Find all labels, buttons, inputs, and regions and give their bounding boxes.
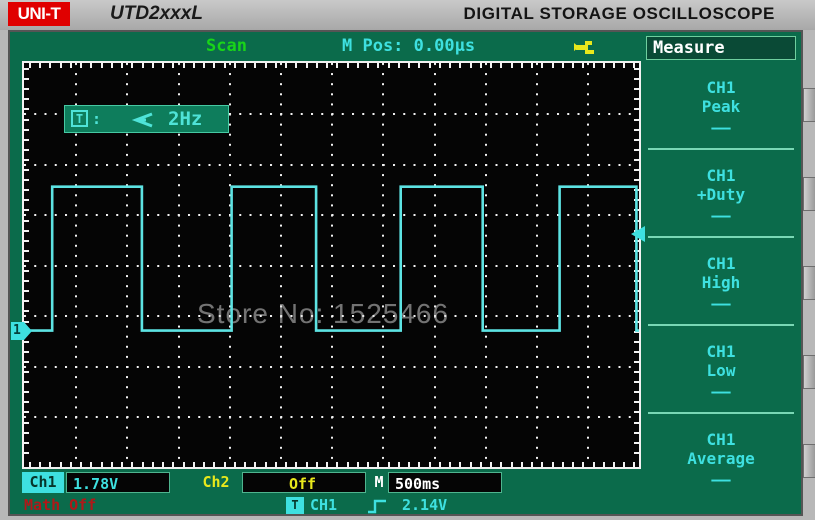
device-type-title: DIGITAL STORAGE OSCILLOSCOPE — [464, 4, 776, 24]
trigger-level-arrow-icon[interactable] — [628, 224, 646, 244]
menu-item-channel: CH1 — [646, 430, 796, 449]
menu-item-value: –– — [646, 206, 796, 226]
menu-item-channel: CH1 — [646, 166, 796, 185]
menu-item-value: –– — [646, 382, 796, 402]
ch2-scale-value: Off — [289, 475, 316, 493]
math-label: Math — [24, 496, 60, 514]
ch1-label[interactable]: Ch1 — [22, 472, 64, 493]
ch1-ground-marker-label: 1 — [13, 323, 21, 338]
device-header: UNI-T UTD2xxxL DIGITAL STORAGE OSCILLOSC… — [0, 0, 815, 30]
brand-logo: UNI-T — [8, 2, 70, 26]
menu-item-high[interactable]: CH1 High –– — [646, 254, 796, 314]
trigger-frequency-value: 2Hz — [168, 108, 202, 130]
trigger-level-value: 2.14V — [402, 496, 447, 514]
ch1-scale-box[interactable]: 1.78V — [66, 472, 170, 493]
trigger-source-label: CH1 — [310, 496, 337, 514]
trigger-frequency-box: T : 2Hz — [64, 105, 229, 133]
menu-title: Measure — [653, 38, 725, 58]
menu-item-type: +Duty — [646, 185, 796, 204]
trigger-t-icon: T — [71, 110, 88, 127]
menu-title-box: Measure — [646, 36, 796, 60]
status-row: Scan M Pos: 0.00µs — [10, 32, 638, 62]
menu-item-value: –– — [646, 294, 796, 314]
rising-edge-icon — [366, 498, 390, 518]
timebase-box[interactable]: 500ms — [388, 472, 502, 493]
menu-divider — [648, 324, 794, 326]
bezel-button-5[interactable] — [803, 444, 815, 478]
menu-item-type: Average — [646, 449, 796, 468]
menu-item-value: –– — [646, 470, 796, 490]
menu-item-average[interactable]: CH1 Average –– — [646, 430, 796, 490]
lcd-display: Scan M Pos: 0.00µs Measure — [8, 30, 803, 516]
timebase-label: M — [370, 472, 388, 493]
ch1-ground-marker[interactable]: 1 — [10, 320, 34, 342]
trigger-tag-icon: T — [286, 497, 304, 514]
bottom-status-bar: Ch1 1.78V Ch2 Off M 500ms Math Off T CH1 — [22, 472, 641, 514]
measure-menu: CH1 Peak –– CH1 +Duty –– CH1 High –– CH1… — [646, 62, 796, 512]
menu-item-type: Peak — [646, 97, 796, 116]
menu-item-value: –– — [646, 118, 796, 138]
bezel-button-4[interactable] — [803, 355, 815, 389]
trigger-colon: : — [92, 110, 101, 128]
menu-item-type: Low — [646, 361, 796, 380]
lcd-surface: Scan M Pos: 0.00µs Measure — [10, 32, 801, 514]
math-status[interactable]: Math Off — [24, 496, 96, 514]
menu-divider — [648, 148, 794, 150]
graticule[interactable]: Store No: 1525466 T : 2Hz — [22, 61, 641, 469]
menu-item-channel: CH1 — [646, 254, 796, 273]
bezel-button-3[interactable] — [803, 266, 815, 300]
menu-item-type: High — [646, 273, 796, 292]
ch2-scale-box[interactable]: Off — [242, 472, 366, 493]
acquisition-mode-label[interactable]: Scan — [206, 36, 247, 56]
timebase-value: 500ms — [395, 475, 440, 493]
bezel-button-2[interactable] — [803, 177, 815, 211]
math-value: Off — [69, 496, 96, 514]
oscilloscope-screen: UNI-T UTD2xxxL DIGITAL STORAGE OSCILLOSC… — [0, 0, 815, 520]
ch2-label[interactable]: Ch2 — [192, 472, 240, 493]
freq-trigger-icon — [130, 112, 156, 133]
menu-item-channel: CH1 — [646, 342, 796, 361]
menu-divider — [648, 236, 794, 238]
menu-divider — [648, 412, 794, 414]
menu-item-plus-duty[interactable]: CH1 +Duty –– — [646, 166, 796, 226]
menu-item-channel: CH1 — [646, 78, 796, 97]
horizontal-position-label: M Pos: 0.00µs — [342, 36, 475, 56]
menu-item-peak[interactable]: CH1 Peak –– — [646, 78, 796, 138]
menu-item-low[interactable]: CH1 Low –– — [646, 342, 796, 402]
ch1-scale-value: 1.78V — [73, 475, 118, 493]
bezel-button-1[interactable] — [803, 88, 815, 122]
usb-icon — [563, 40, 597, 60]
model-name: UTD2xxxL — [110, 3, 203, 25]
